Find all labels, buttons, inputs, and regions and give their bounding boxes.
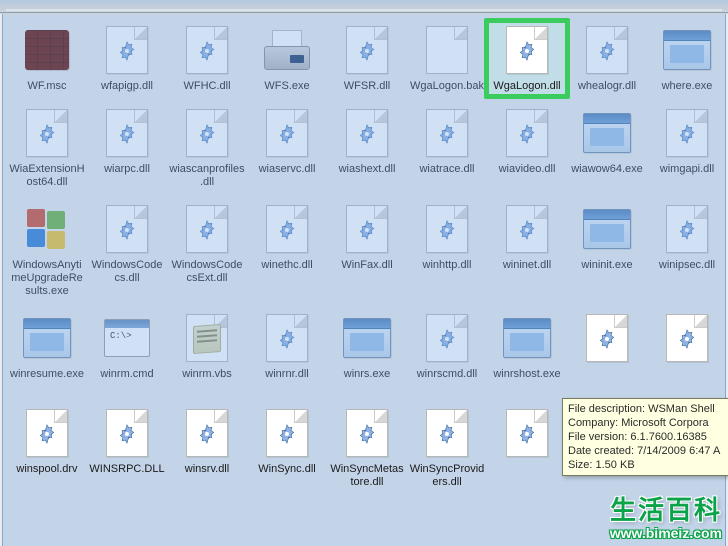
system-dll-icon xyxy=(506,409,548,457)
system-dll-icon xyxy=(586,314,628,362)
system-dll-icon xyxy=(266,409,308,457)
tooltip-line: File version: 6.1.7600.16385 xyxy=(568,430,728,444)
file-label: WinSync.dll xyxy=(249,463,325,476)
system-dll-icon xyxy=(506,26,548,74)
file-item[interactable]: WinSyncProviders.dll xyxy=(408,407,486,489)
system-dll-icon xyxy=(186,409,228,457)
tooltip-line: Size: 1.50 KB xyxy=(568,458,728,472)
system-dll-icon xyxy=(106,409,148,457)
file-label: WgaLogon.dll xyxy=(489,80,565,93)
file-item[interactable]: WinSyncMetastore.dll xyxy=(328,407,406,489)
system-dll-icon xyxy=(426,409,468,457)
file-item-hovered[interactable] xyxy=(568,312,646,381)
window-titlebar xyxy=(0,0,728,13)
file-label: WinSyncMetastore.dll xyxy=(329,463,405,489)
system-dll-icon xyxy=(346,409,388,457)
file-label: winsrv.dll xyxy=(169,463,245,476)
tooltip-line: Company: Microsoft Corpora xyxy=(568,416,728,430)
file-item[interactable]: winsrv.dll xyxy=(168,407,246,489)
file-label: WINSRPC.DLL xyxy=(89,463,165,476)
file-list-pane[interactable]: WF.msc wfapigp.dll WFHC.dll WFS.exe WFSR… xyxy=(0,13,728,546)
file-item[interactable]: WINSRPC.DLL xyxy=(88,407,166,489)
file-label: winspool.drv xyxy=(9,463,85,476)
file-tooltip: File description: WSMan Shell Company: M… xyxy=(562,398,728,476)
tooltip-line: Date created: 7/14/2009 6:47 A xyxy=(568,444,728,458)
file-item[interactable]: WinSync.dll xyxy=(248,407,326,489)
system-dll-icon xyxy=(666,314,708,362)
file-item[interactable]: winspool.drv xyxy=(8,407,86,489)
tooltip-line: File description: WSMan Shell xyxy=(568,402,728,416)
file-item[interactable] xyxy=(488,407,566,489)
system-dll-icon xyxy=(26,409,68,457)
file-label: WinSyncProviders.dll xyxy=(409,463,485,489)
